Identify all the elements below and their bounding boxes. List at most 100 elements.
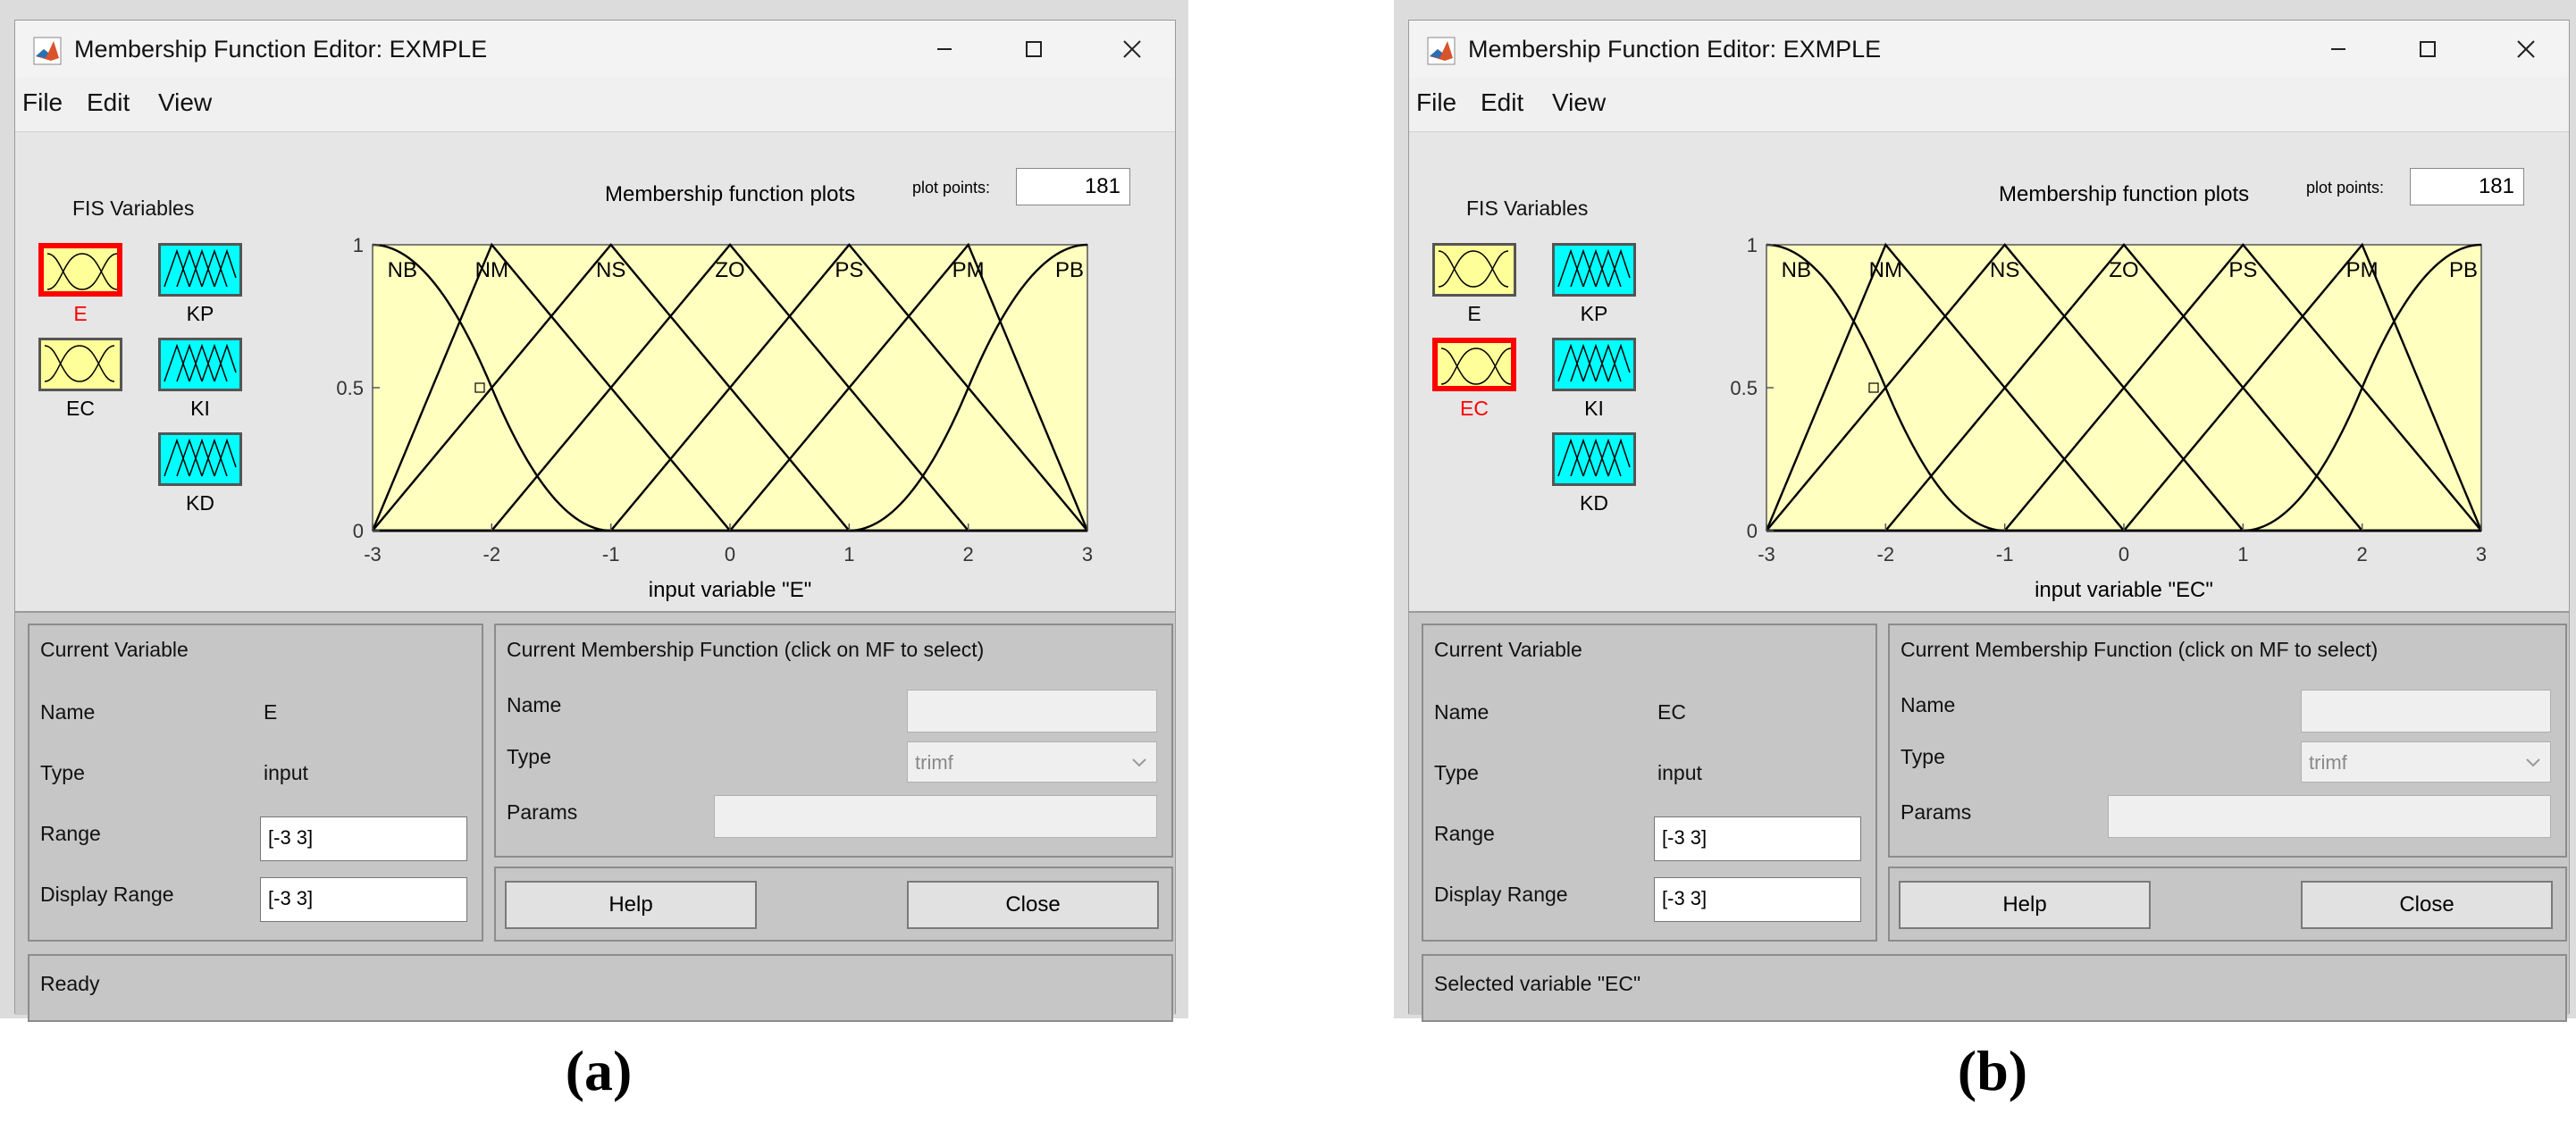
fis-variable-ki[interactable]	[1552, 338, 1636, 391]
name-label: Name	[40, 700, 96, 724]
mf-type-value: trimf	[2309, 751, 2347, 774]
figure-caption: (b)	[1957, 1039, 2028, 1102]
y-tick-label: 0.5	[1730, 377, 1758, 399]
menu-view[interactable]: View	[1552, 88, 1606, 117]
mf-type-select[interactable]: trimf	[2301, 741, 2551, 783]
fis-variable-label-kp: KP	[1580, 302, 1608, 325]
x-tick-label: 3	[2476, 543, 2487, 565]
plot-points-input[interactable]: 181	[2410, 168, 2524, 205]
mf-thumbnail-icon	[44, 248, 117, 291]
current-mf-group: Current Membership Function (click on MF…	[1888, 624, 2567, 858]
x-tick-label: 0	[725, 543, 735, 565]
fis-variable-kd[interactable]	[158, 432, 242, 486]
figure-panel-a: Membership Function Editor: EXMPLE File …	[0, 0, 1188, 1122]
close-button[interactable]: Close	[907, 881, 1159, 929]
current-variable-heading: Current Variable	[40, 638, 189, 661]
help-button[interactable]: Help	[505, 881, 757, 929]
plot-points-label: plot points:	[2306, 179, 2385, 197]
minimize-icon[interactable]	[927, 33, 962, 65]
mf-label: ZO	[715, 258, 744, 282]
window-title: Membership Function Editor: EXMPLE	[74, 36, 488, 63]
range-label: Range	[40, 822, 101, 845]
chevron-down-icon	[1132, 758, 1146, 767]
x-tick-label: 2	[2357, 543, 2368, 565]
mf-label: NS	[596, 258, 625, 282]
close-icon[interactable]	[2508, 33, 2544, 65]
close-button[interactable]: Close	[2301, 881, 2553, 929]
mf-label: NS	[1990, 258, 2019, 282]
editor-content: FIS Variables E EC KP KI KD Membership f…	[15, 131, 1175, 1022]
fis-variable-label-ec: EC	[1460, 397, 1489, 420]
mf-params-input[interactable]	[2108, 795, 2551, 838]
mf-label: PM	[2346, 258, 2379, 282]
menu-file[interactable]: File	[22, 88, 63, 117]
mf-name-input[interactable]	[907, 690, 1157, 733]
mf-type-select[interactable]: trimf	[907, 741, 1157, 783]
editor-content: FIS Variables E EC KP KI KD Membership f…	[1409, 131, 2569, 1022]
matlab-icon	[33, 37, 62, 65]
current-variable-heading: Current Variable	[1434, 638, 1582, 661]
mf-thumbnail-icon	[1435, 246, 1512, 292]
x-axis-label: input variable "EC"	[2035, 578, 2213, 602]
y-tick-label: 0	[1747, 520, 1758, 542]
menu-edit[interactable]: Edit	[87, 88, 130, 117]
fis-variable-kp[interactable]	[158, 243, 242, 297]
fis-variable-label-ki: KI	[1584, 397, 1604, 420]
membership-function-plot[interactable]: NB NM NS ZO PS PM PB -3 -2 -1 0 1 2 3 0 0.5 1 input varia…	[292, 209, 1150, 611]
plot-points-input[interactable]: 181	[1016, 168, 1130, 205]
mf-thumbnail-icon	[1555, 340, 1632, 387]
x-tick-label: 0	[2119, 543, 2129, 565]
x-axis-label: input variable "E"	[649, 578, 811, 602]
fis-variable-ki[interactable]	[158, 338, 242, 391]
y-tick-label: 1	[1747, 234, 1758, 256]
menu-view[interactable]: View	[158, 88, 212, 117]
minimize-icon[interactable]	[2320, 33, 2356, 65]
help-button[interactable]: Help	[1899, 881, 2151, 929]
type-label: Type	[40, 761, 85, 784]
maximize-icon[interactable]	[1016, 33, 1052, 65]
fis-variable-ec[interactable]	[38, 338, 122, 391]
fis-variable-label-ki: KI	[190, 397, 210, 420]
menu-edit[interactable]: Edit	[1481, 88, 1523, 117]
fis-variables-title: FIS Variables	[72, 197, 195, 220]
fis-variable-kp[interactable]	[1552, 243, 1636, 297]
x-tick-label: -3	[1758, 543, 1775, 565]
x-tick-label: -3	[364, 543, 382, 565]
current-variable-group: Current Variable Name EC Type input Rang…	[1422, 624, 1877, 942]
maximize-icon[interactable]	[2410, 33, 2446, 65]
membership-function-editor-window: Membership Function Editor: EXMPLE File …	[14, 20, 1176, 1022]
mf-type-label: Type	[1901, 745, 1945, 768]
matlab-icon	[1427, 37, 1456, 65]
mf-label: PB	[1055, 258, 1084, 282]
y-tick-label: 0	[353, 520, 364, 542]
mf-label: PS	[2228, 258, 2257, 282]
current-variable-group: Current Variable Name E Type input Range…	[28, 624, 483, 942]
range-input[interactable]: [-3 3]	[260, 816, 467, 861]
display-range-input[interactable]: [-3 3]	[1654, 877, 1861, 922]
window-title: Membership Function Editor: EXMPLE	[1468, 36, 1882, 63]
range-input[interactable]: [-3 3]	[1654, 816, 1861, 861]
membership-function-plot[interactable]: NB NM NS ZO PS PM PB -3 -2 -1 0 1 2 3 0 0.5 1 input varia…	[1686, 209, 2544, 611]
x-tick-label: 1	[2237, 543, 2248, 565]
lower-panel: Current Variable Name E Type input Range…	[15, 611, 1175, 1022]
button-group: Help Close	[494, 867, 1173, 942]
mf-name-input[interactable]	[2301, 690, 2551, 733]
lower-panel: Current Variable Name EC Type input Rang…	[1409, 611, 2569, 1022]
fis-variable-label-e: E	[73, 302, 88, 325]
close-icon[interactable]	[1114, 33, 1150, 65]
fis-variable-e[interactable]	[38, 243, 122, 297]
fis-variable-ec[interactable]	[1432, 338, 1516, 391]
name-label: Name	[1434, 700, 1489, 724]
display-range-input[interactable]: [-3 3]	[260, 877, 467, 922]
fis-variable-kd[interactable]	[1552, 432, 1636, 486]
mf-params-input[interactable]	[714, 795, 1157, 838]
mf-thumbnail-icon	[41, 340, 118, 387]
fis-variable-e[interactable]	[1432, 243, 1516, 297]
mf-name-label: Name	[507, 693, 562, 716]
menu-file[interactable]: File	[1416, 88, 1456, 117]
x-tick-label: 1	[843, 543, 854, 565]
plot-title: Membership function plots	[605, 182, 856, 206]
current-mf-heading: Current Membership Function (click on MF…	[1901, 638, 2379, 661]
fis-variable-label-kp: KP	[186, 302, 214, 325]
status-bar: Selected variable "EC"	[1422, 954, 2567, 1022]
